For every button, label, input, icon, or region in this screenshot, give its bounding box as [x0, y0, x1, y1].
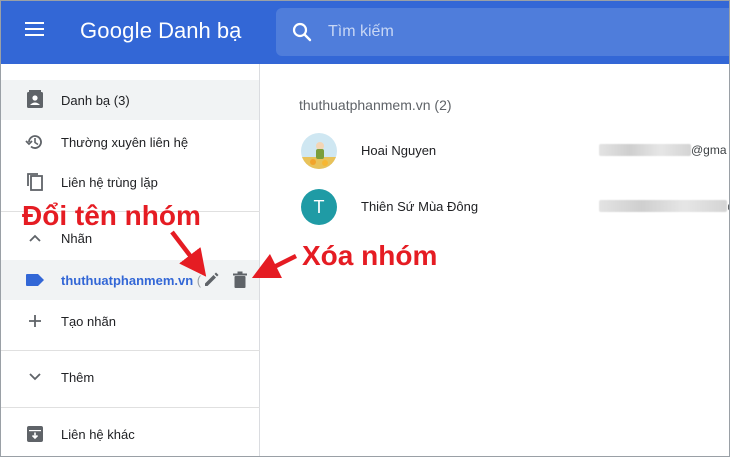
sidebar-divider: [0, 407, 260, 408]
app-header: Google Danh bạ: [0, 0, 730, 64]
contact-email: @: [599, 198, 730, 214]
contacts-icon: [25, 90, 45, 110]
contact-name: Thiên Sứ Mùa Đông: [361, 199, 479, 214]
contact-email: @gma: [599, 142, 727, 158]
sidebar-item-label: Thường xuyên liên hệ: [61, 134, 189, 150]
contact-avatar: [301, 133, 337, 169]
sidebar-item-label: Liên hệ khác: [61, 426, 135, 442]
label-icon: [25, 270, 45, 290]
redacted-email: [599, 144, 691, 156]
label-name: thuthuatphanmem.vn: [61, 272, 194, 288]
contact-name: Hoai Nguyen: [361, 143, 437, 158]
pencil-icon: [205, 272, 219, 286]
more-text: Thêm: [61, 369, 95, 385]
group-title: thuthuatphanmem.vn (2): [299, 97, 452, 113]
sidebar-item-label: thuthuatphanmem.vn (2): [61, 273, 213, 288]
history-icon: [25, 132, 45, 152]
annotation-delete: Xóa nhóm: [302, 240, 438, 271]
contact-row[interactable]: Hoai Nguyen @gma: [261, 125, 730, 181]
sidebar-divider: [0, 350, 260, 351]
plus-icon: [25, 311, 45, 331]
sidebar-item-frequent[interactable]: Thường xuyên liên hệ: [0, 122, 259, 162]
brand-google: Google: [80, 18, 153, 43]
sidebar-item-other-contacts[interactable]: Liên hệ khác: [0, 414, 259, 454]
email-suffix: @gma: [691, 143, 727, 157]
archive-icon: [25, 424, 45, 444]
more-toggle[interactable]: Thêm: [0, 357, 259, 397]
chevron-down-icon: [25, 367, 45, 387]
create-label-text: Tạo nhãn: [61, 313, 116, 329]
redacted-email: [599, 200, 727, 212]
contact-row[interactable]: T Thiên Sứ Mùa Đông @: [261, 181, 730, 237]
sidebar-item-label: Danh bạ (3): [61, 92, 130, 108]
brand-product: Danh bạ: [158, 18, 242, 43]
search-bar[interactable]: [276, 8, 730, 56]
contact-avatar: T: [301, 189, 337, 225]
app-brand[interactable]: Google Danh bạ: [80, 18, 241, 44]
trash-icon: [233, 271, 247, 288]
sidebar-item-contacts[interactable]: Danh bạ (3): [0, 80, 259, 120]
sidebar: Danh bạ (3) Thường xuyên liên hệ Liên hệ…: [0, 64, 260, 457]
search-icon[interactable]: [290, 20, 314, 44]
delete-label-button[interactable]: [230, 270, 250, 290]
sidebar-item-label: Liên hệ trùng lặp: [61, 174, 158, 190]
edit-label-button[interactable]: [201, 270, 221, 290]
main-menu-icon[interactable]: [25, 22, 47, 42]
search-input[interactable]: [328, 8, 708, 56]
sidebar-item-duplicates[interactable]: Liên hệ trùng lặp: [0, 162, 259, 202]
sidebar-item-label-thuthuatphanmem[interactable]: thuthuatphanmem.vn (2): [0, 260, 259, 300]
labels-section-title: Nhãn: [61, 230, 93, 246]
annotation-rename: Đổi tên nhóm: [22, 200, 201, 231]
create-label-button[interactable]: Tạo nhãn: [0, 301, 259, 341]
copy-icon: [25, 172, 45, 192]
